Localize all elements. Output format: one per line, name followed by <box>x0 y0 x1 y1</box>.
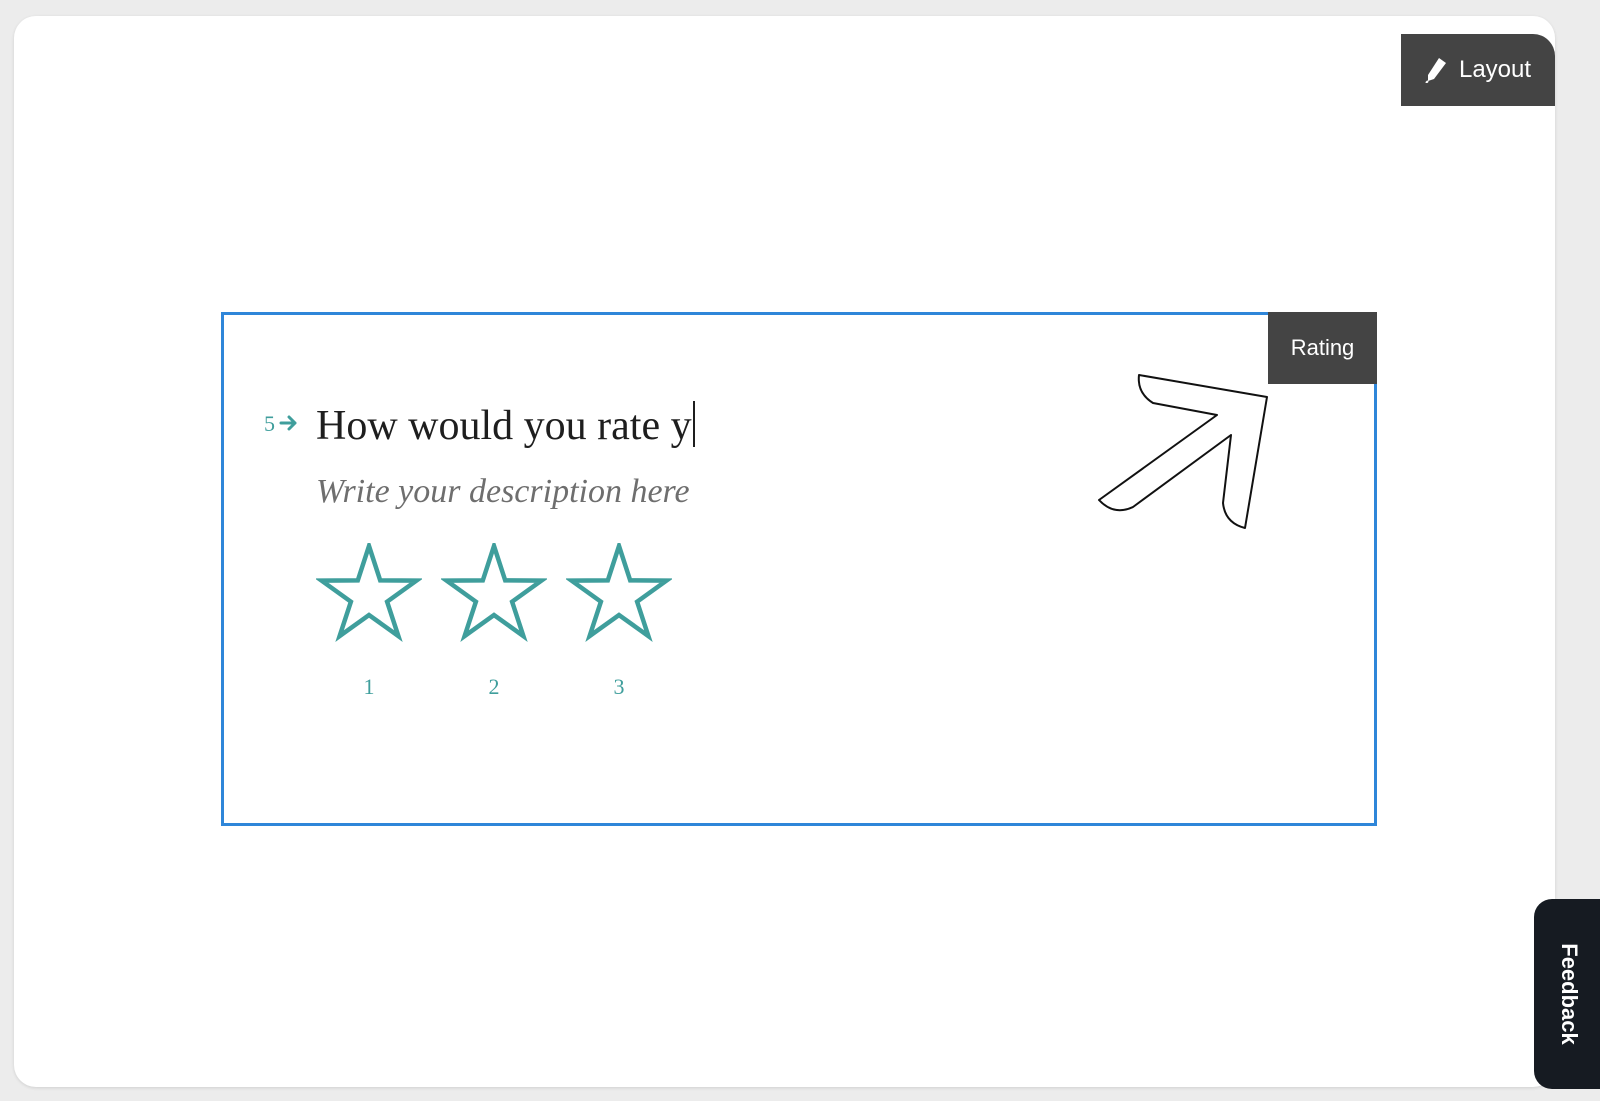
rating-option-1[interactable]: 1 <box>316 543 422 700</box>
arrow-up-right-icon <box>1089 373 1279 548</box>
layout-button[interactable]: Layout <box>1401 34 1555 106</box>
layout-button-label: Layout <box>1458 56 1532 83</box>
star-icon <box>566 543 672 644</box>
feedback-tab[interactable]: Feedback <box>1534 899 1600 1089</box>
rating-option-label: 3 <box>613 674 625 699</box>
rating-option-2[interactable]: 2 <box>441 543 547 700</box>
arrow-right-icon <box>279 411 299 437</box>
rating-stars: 1 2 3 <box>316 543 672 700</box>
question-type-badge: Rating <box>1268 312 1377 384</box>
rating-option-3[interactable]: 3 <box>566 543 672 700</box>
star-icon <box>316 543 422 644</box>
pencil-icon <box>1425 57 1447 83</box>
question-title-input[interactable]: How would you rate y <box>316 401 695 450</box>
question-number: 5 <box>264 411 299 437</box>
question-number-text: 5 <box>264 411 275 436</box>
question-description-input[interactable]: Write your description here <box>316 473 690 511</box>
text-caret <box>692 401 695 447</box>
rating-option-label: 2 <box>488 674 500 699</box>
rating-option-label: 1 <box>363 674 375 699</box>
question-type-label: Rating <box>1290 335 1355 360</box>
form-canvas: Layout Rating 5 How would you rate y Wri… <box>14 16 1555 1087</box>
question-title-text: How would you rate y <box>316 403 692 449</box>
star-icon <box>441 543 547 644</box>
question-block[interactable]: Rating 5 How would you rate y Write your… <box>221 312 1377 826</box>
feedback-label: Feedback <box>1557 943 1582 1045</box>
